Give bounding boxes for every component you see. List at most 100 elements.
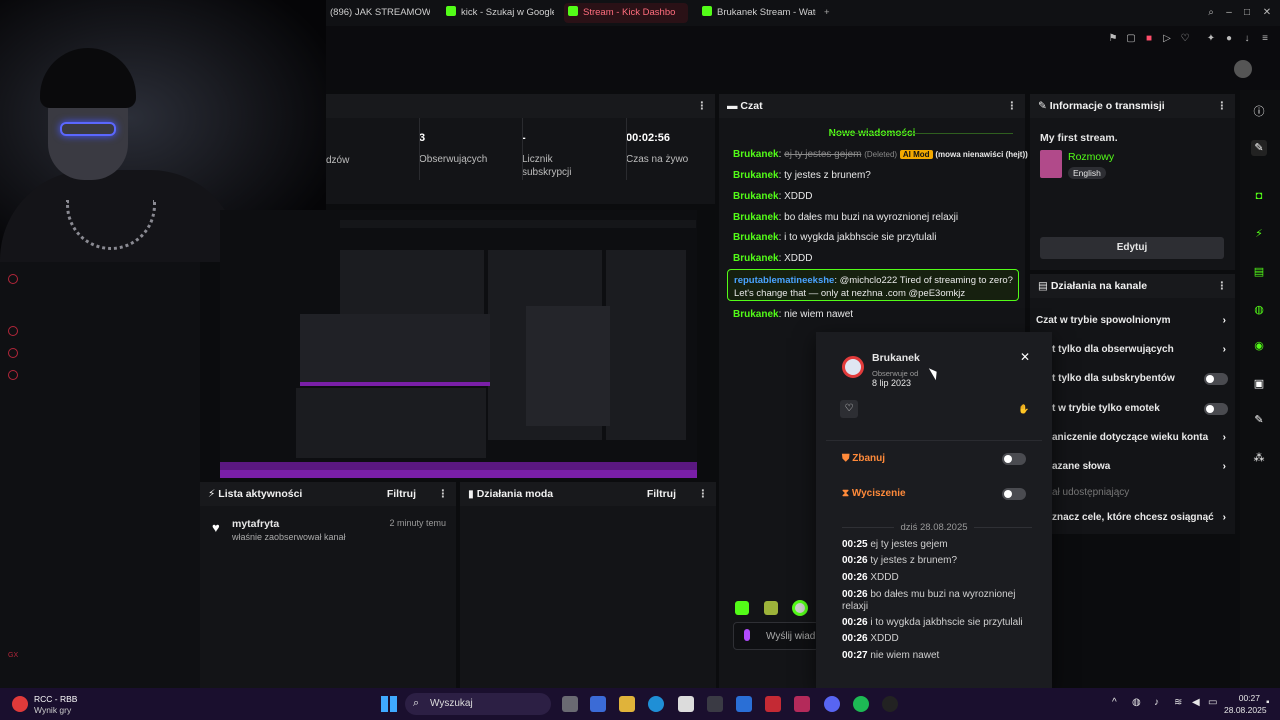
stream-preview[interactable] xyxy=(220,210,697,478)
more-icon[interactable]: ⋮ xyxy=(1007,94,1018,118)
play-icon[interactable]: ▷ xyxy=(1162,34,1172,44)
heart-icon[interactable]: ♡ xyxy=(1180,34,1190,44)
editor-icon[interactable] xyxy=(736,696,752,712)
badge-icon[interactable] xyxy=(792,600,808,616)
discord-icon[interactable] xyxy=(824,696,840,712)
clock-time[interactable]: 00:27 xyxy=(1226,693,1260,703)
document-icon[interactable]: ▤ xyxy=(1251,264,1267,280)
edge-icon[interactable] xyxy=(648,696,664,712)
followers-only-row[interactable]: t tylko dla obserwujących › xyxy=(1052,344,1226,355)
ban-row[interactable]: ⛊ Zbanuj xyxy=(842,453,885,464)
edit-icon[interactable]: ✎ xyxy=(1251,140,1267,156)
close-icon[interactable]: ✕ xyxy=(1020,350,1030,364)
battery-icon[interactable]: ▭ xyxy=(1208,697,1217,708)
chat-username[interactable]: Brukanek xyxy=(733,170,779,181)
chat-message[interactable]: Brukanek: ej ty jestes gejem (Deleted) A… xyxy=(733,149,1028,160)
spotify-icon[interactable] xyxy=(853,696,869,712)
obs-icon[interactable] xyxy=(882,696,898,712)
settings-icon[interactable]: ✋ xyxy=(1018,404,1029,415)
microphone-icon[interactable]: ♪ xyxy=(1154,697,1159,708)
steam-icon[interactable] xyxy=(707,696,723,712)
maximize-icon[interactable]: □ xyxy=(1242,8,1252,18)
heart-icon[interactable]: ♡ xyxy=(840,400,858,418)
chat-username[interactable]: Brukanek xyxy=(733,191,779,202)
chat-username[interactable]: Brukanek xyxy=(733,309,779,320)
settings-icon[interactable] xyxy=(8,370,18,380)
menu-icon[interactable]: ≡ xyxy=(1260,34,1270,44)
chat-message[interactable]: Brukanek: ty jestes z brunem? xyxy=(733,170,871,181)
tray-app-icon[interactable]: ◍ xyxy=(1132,697,1141,708)
more-icon[interactable]: ⋮ xyxy=(1217,94,1228,118)
chat-username[interactable]: Brukanek xyxy=(733,149,779,160)
avatar[interactable] xyxy=(1234,60,1252,78)
highlighted-message[interactable]: reputablematineekshe: @michclo222 Tired … xyxy=(727,269,1019,301)
link-icon[interactable] xyxy=(8,348,18,358)
emote-icon[interactable] xyxy=(735,601,749,615)
subs-only-row[interactable]: t tylko dla subskrybentów xyxy=(1052,373,1226,384)
timeout-toggle[interactable] xyxy=(1002,488,1026,500)
task-view-icon[interactable] xyxy=(562,696,578,712)
apps-icon[interactable]: ⁂ xyxy=(1251,450,1267,466)
store-icon[interactable] xyxy=(678,696,694,712)
record-icon[interactable] xyxy=(8,274,18,284)
wifi-icon[interactable]: ≋ xyxy=(1174,697,1182,708)
folder-icon[interactable] xyxy=(619,696,635,712)
broadcast-icon[interactable]: ◉ xyxy=(1251,338,1267,354)
more-icon[interactable]: ⋮ xyxy=(438,482,449,506)
copilot-icon[interactable] xyxy=(590,696,606,712)
pin-icon[interactable]: ⚑ xyxy=(1108,34,1118,44)
tab-watch[interactable]: Brukanek Stream - Watch xyxy=(698,3,816,23)
tray-chevron-icon[interactable]: ^ xyxy=(1112,697,1117,708)
chat-username[interactable]: Brukanek xyxy=(733,232,779,243)
emote-only-toggle[interactable] xyxy=(1204,403,1228,415)
extensions-icon[interactable]: ✦ xyxy=(1206,34,1216,44)
download-icon[interactable]: ↓ xyxy=(1242,34,1252,44)
chat-icon[interactable]: ◍ xyxy=(1251,302,1267,318)
mod-filter-button[interactable]: Filtruj xyxy=(647,482,676,506)
close-icon[interactable]: ✕ xyxy=(1262,8,1272,18)
subs-only-toggle[interactable] xyxy=(1204,373,1228,385)
chat-message[interactable]: Brukanek: XDDD xyxy=(733,253,812,264)
account-age-row[interactable]: aniczenie dotyczące wieku konta › xyxy=(1052,432,1226,443)
ban-toggle[interactable] xyxy=(1002,453,1026,465)
opera-gx-icon[interactable] xyxy=(794,696,810,712)
tab-kick-dashboard[interactable]: Stream - Kick Dashbo xyxy=(564,3,688,23)
chat-message[interactable]: Brukanek: nie wiem nawet xyxy=(733,309,853,320)
layout-icon[interactable]: ▣ xyxy=(1251,376,1267,392)
goals-row[interactable]: znacz cele, które chcesz osiągnąć › xyxy=(1052,512,1226,523)
tab-google[interactable]: kick - Szukaj w Google xyxy=(442,3,554,23)
chat-input[interactable]: Wyślij wiad xyxy=(733,622,819,650)
more-icon[interactable]: ⋮ xyxy=(697,94,708,118)
shield-icon[interactable]: ■ xyxy=(1144,34,1154,44)
activity-filter-button[interactable]: Filtruj xyxy=(387,482,416,506)
search-icon[interactable]: ⌕ xyxy=(1206,8,1216,18)
camera-icon[interactable]: ◘ xyxy=(1251,188,1267,204)
wrench-icon[interactable]: ✎ xyxy=(1251,412,1267,428)
chat-username[interactable]: reputablematineekshe xyxy=(734,275,834,286)
clock-date[interactable]: 28.08.2025 xyxy=(1224,705,1267,715)
minimize-icon[interactable]: – xyxy=(1224,8,1234,18)
mic-icon[interactable] xyxy=(744,629,750,641)
new-tab-button[interactable]: + xyxy=(820,3,834,23)
emote-only-row[interactable]: t w trybie tylko emotek xyxy=(1052,403,1202,414)
sticker-icon[interactable] xyxy=(764,601,778,615)
info-icon[interactable]: ⓘ xyxy=(1251,104,1267,120)
chat-message[interactable]: Brukanek: i to wygkda jakbhscie sie przy… xyxy=(733,232,936,243)
activity-user[interactable]: mytafryta xyxy=(232,518,279,530)
weather-icon[interactable] xyxy=(12,696,28,712)
stream-category[interactable]: Rozmowy xyxy=(1068,151,1114,163)
tab-youtube[interactable]: (896) JAK STREAMOWAC xyxy=(326,3,430,23)
opera-icon[interactable] xyxy=(765,696,781,712)
widget-title[interactable]: RCC - RBB xyxy=(34,694,77,704)
windows-start-icon[interactable] xyxy=(381,696,397,712)
chat-message[interactable]: Brukanek: bo dałes mu buzi na wyroznione… xyxy=(733,212,958,223)
notification-icon[interactable]: ▪ xyxy=(1266,697,1270,708)
chat-username[interactable]: Brukanek xyxy=(733,212,779,223)
taskbar-search[interactable]: ⌕ Wyszukaj xyxy=(405,693,551,715)
clock-icon[interactable] xyxy=(8,326,18,336)
chat-username[interactable]: Brukanek xyxy=(733,253,779,264)
more-icon[interactable]: ⋮ xyxy=(1217,274,1228,298)
account-icon[interactable]: ● xyxy=(1224,34,1234,44)
lightning-icon[interactable]: ⚡ xyxy=(1251,226,1267,242)
user-card-name[interactable]: Brukanek xyxy=(872,352,920,364)
